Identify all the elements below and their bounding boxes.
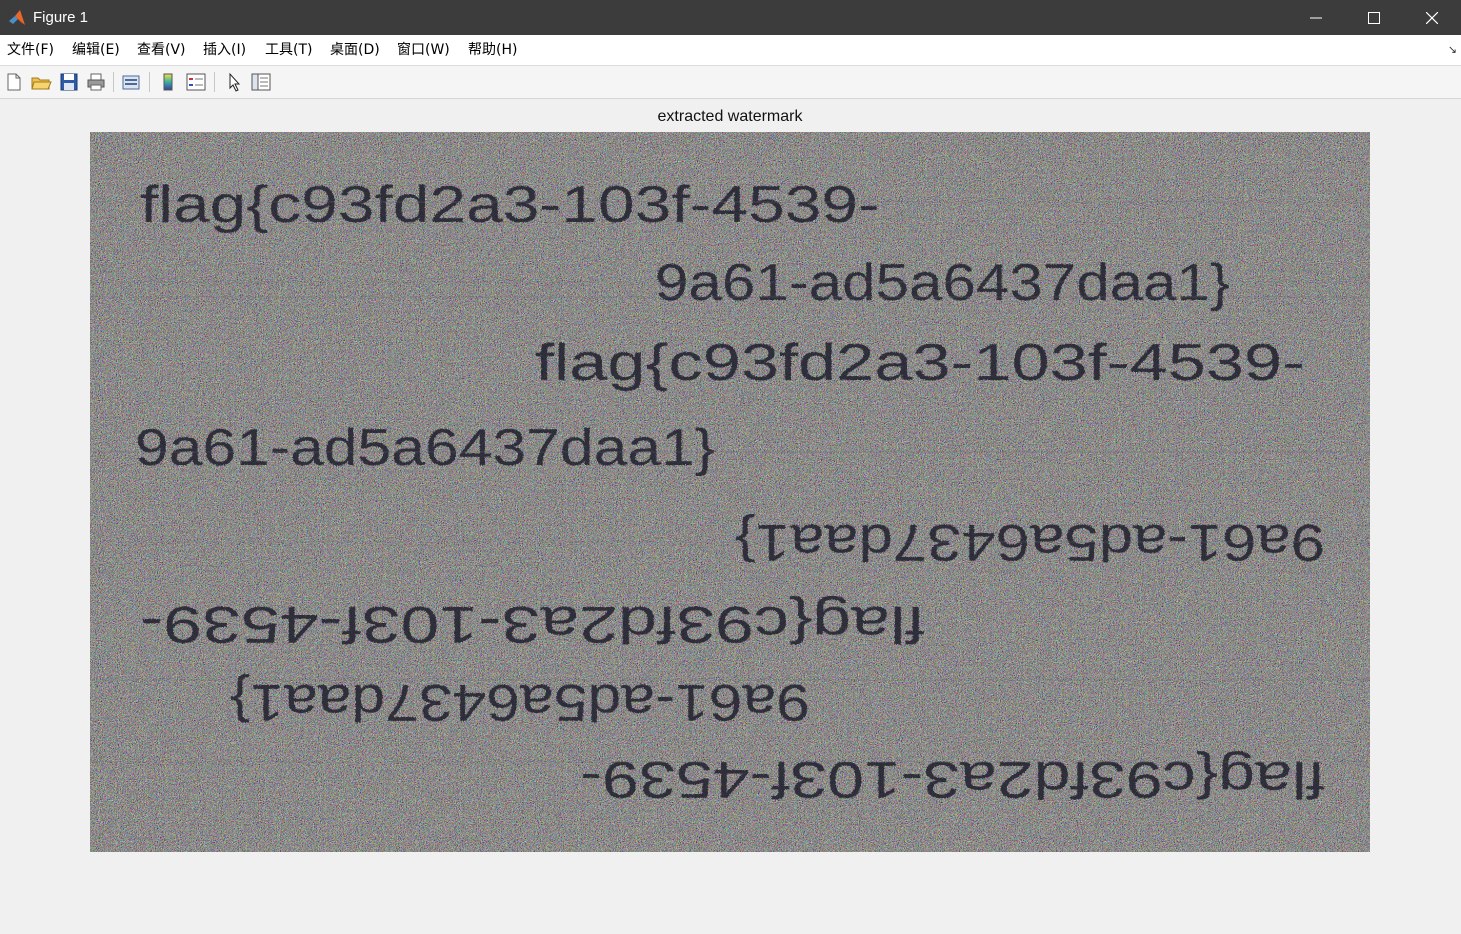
minimize-button[interactable] [1287, 0, 1345, 35]
watermark-line-mirrored: flag{c93fd2a3-103f-4539- [140, 595, 925, 653]
menu-file[interactable]: 文件(F) [7, 35, 54, 65]
edit-plot-icon[interactable] [223, 71, 245, 93]
window-titlebar: Figure 1 [0, 0, 1461, 35]
watermark-line: 9a61-ad5a6437daa1} [135, 419, 715, 477]
open-file-icon[interactable] [30, 71, 52, 93]
watermark-line-mirrored: 9a61-ad5a6437daa1} [230, 673, 810, 731]
watermark-line: 9a61-ad5a6437daa1} [655, 254, 1230, 312]
menu-tools[interactable]: 工具(T) [265, 35, 312, 65]
watermark-image: flag{c93fd2a3-103f-4539- 9a61-ad5a6437da… [90, 132, 1370, 852]
print-icon[interactable] [85, 71, 107, 93]
minimize-icon [1310, 12, 1322, 24]
insert-colorbar-icon[interactable] [157, 71, 179, 93]
close-button[interactable] [1403, 0, 1461, 35]
watermark-line: flag{c93fd2a3-103f-4539- [140, 176, 880, 234]
menu-view[interactable]: 查看(V) [137, 35, 186, 65]
toolbar-separator [113, 72, 114, 92]
insert-legend-icon[interactable] [185, 71, 207, 93]
link-plot-icon[interactable] [120, 71, 142, 93]
toolbar-separator [149, 72, 150, 92]
watermark-line: flag{c93fd2a3-103f-4539- [535, 334, 1305, 392]
menu-insert[interactable]: 插入(I) [203, 35, 246, 65]
menu-help[interactable]: 帮助(H) [468, 35, 517, 65]
maximize-icon [1368, 11, 1380, 24]
menu-window[interactable]: 窗口(W) [397, 35, 450, 65]
figure-toolbar [0, 66, 1461, 99]
save-icon[interactable] [58, 71, 80, 93]
window-title: Figure 1 [33, 9, 89, 26]
dock-arrow-icon[interactable]: ↘ [1448, 43, 1457, 56]
axes-title: extracted watermark [657, 108, 803, 125]
property-inspector-icon[interactable] [250, 71, 272, 93]
new-figure-icon[interactable] [3, 71, 25, 93]
noise-layer-color [90, 132, 1370, 852]
matlab-logo-icon [8, 9, 26, 27]
menu-bar: 文件(F) 编辑(E) 查看(V) 插入(I) 工具(T) 桌面(D) 窗口(W… [0, 35, 1461, 66]
close-icon [1426, 11, 1438, 24]
maximize-button[interactable] [1345, 0, 1403, 35]
toolbar-separator [214, 72, 215, 92]
watermark-line-mirrored: flag{c93fd2a3-103f-4539- [580, 750, 1325, 808]
menu-edit[interactable]: 编辑(E) [72, 35, 120, 65]
menu-desktop[interactable]: 桌面(D) [330, 35, 380, 65]
